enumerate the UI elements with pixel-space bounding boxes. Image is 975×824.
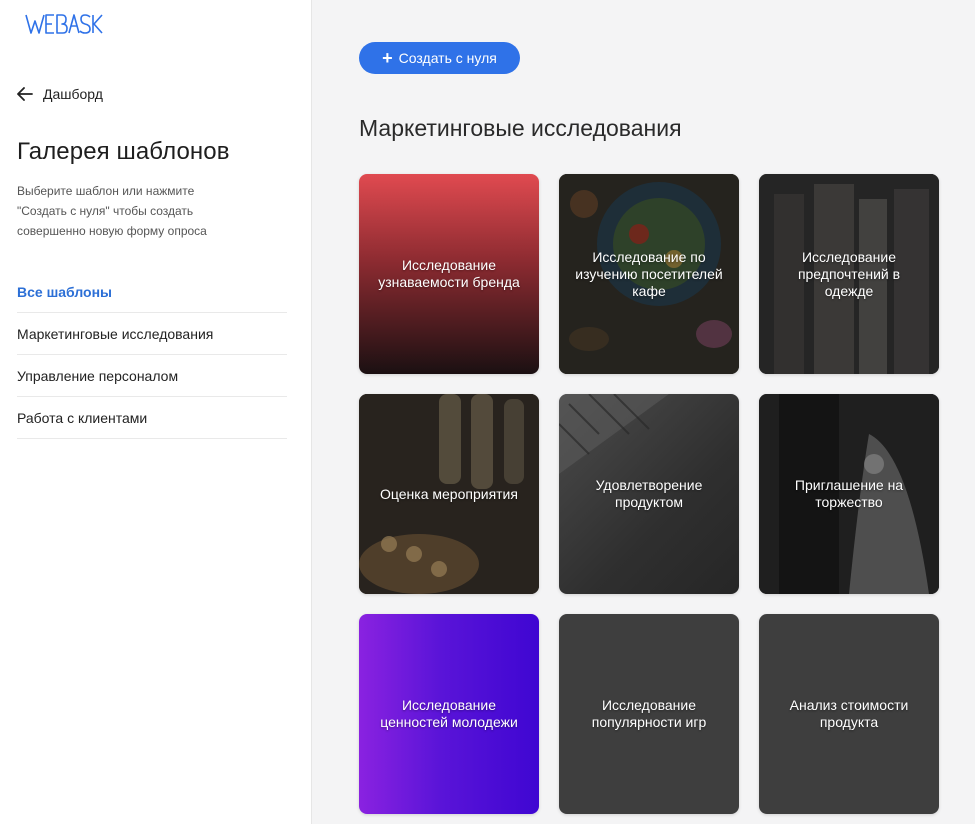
category-list: Все шаблоны Маркетинговые исследования У…	[17, 271, 287, 439]
main-content: + Создать с нуля Маркетинговые исследова…	[312, 0, 975, 824]
section-title: Маркетинговые исследования	[359, 115, 682, 141]
create-from-scratch-button[interactable]: + Создать с нуля	[359, 42, 520, 74]
template-card-label: Исследование узнаваемости бренда	[378, 257, 520, 290]
app: Дашборд Галерея шаблонов Выберите шаблон…	[0, 0, 975, 824]
back-to-dashboard-link[interactable]: Дашборд	[17, 86, 103, 102]
template-card-product-satisfaction[interactable]: Удовлетворение продуктом	[559, 394, 739, 594]
template-card-brand-awareness[interactable]: Исследование узнаваемости бренда	[359, 174, 539, 374]
category-item-customers[interactable]: Работа с клиентами	[17, 397, 287, 439]
template-card-label: Удовлетворение продуктом	[595, 477, 703, 510]
template-card-celebration-invite[interactable]: Приглашение на торжество	[759, 394, 939, 594]
template-card-label: Исследование предпочтений в одежде	[797, 248, 901, 299]
template-card-label: Исследование ценностей молодежи	[380, 697, 518, 730]
template-card-label: Приглашение на торжество	[794, 477, 904, 510]
template-card-event-rating[interactable]: Оценка мероприятия	[359, 394, 539, 594]
category-item-marketing[interactable]: Маркетинговые исследования	[17, 313, 287, 355]
template-card-clothing-preferences[interactable]: Исследование предпочтений в одежде	[759, 174, 939, 374]
category-item-hr[interactable]: Управление персоналом	[17, 355, 287, 397]
create-button-label: Создать с нуля	[398, 50, 497, 66]
sidebar: Дашборд Галерея шаблонов Выберите шаблон…	[0, 0, 312, 824]
template-card-label: Оценка мероприятия	[380, 485, 518, 502]
template-card-label: Анализ стоимости продукта	[789, 697, 909, 730]
plus-icon: +	[382, 48, 393, 68]
arrow-left-icon	[17, 87, 33, 101]
template-card-product-cost[interactable]: Анализ стоимости продукта	[759, 614, 939, 814]
template-card-youth-values[interactable]: Исследование ценностей молодежи	[359, 614, 539, 814]
template-card-label: Исследование популярности игр	[591, 697, 707, 730]
gallery-description: Выберите шаблон или нажмите "Создать с н…	[17, 184, 207, 238]
template-card-cafe-visitors[interactable]: Исследование по изучению посетителей каф…	[559, 174, 739, 374]
back-link-label: Дашборд	[43, 86, 103, 102]
webask-logo[interactable]	[24, 12, 104, 36]
template-card-games-popularity[interactable]: Исследование популярности игр	[559, 614, 739, 814]
template-card-label: Исследование по изучению посетителей каф…	[575, 248, 723, 299]
category-item-all[interactable]: Все шаблоны	[17, 271, 287, 313]
page-title: Галерея шаблонов	[17, 138, 230, 165]
